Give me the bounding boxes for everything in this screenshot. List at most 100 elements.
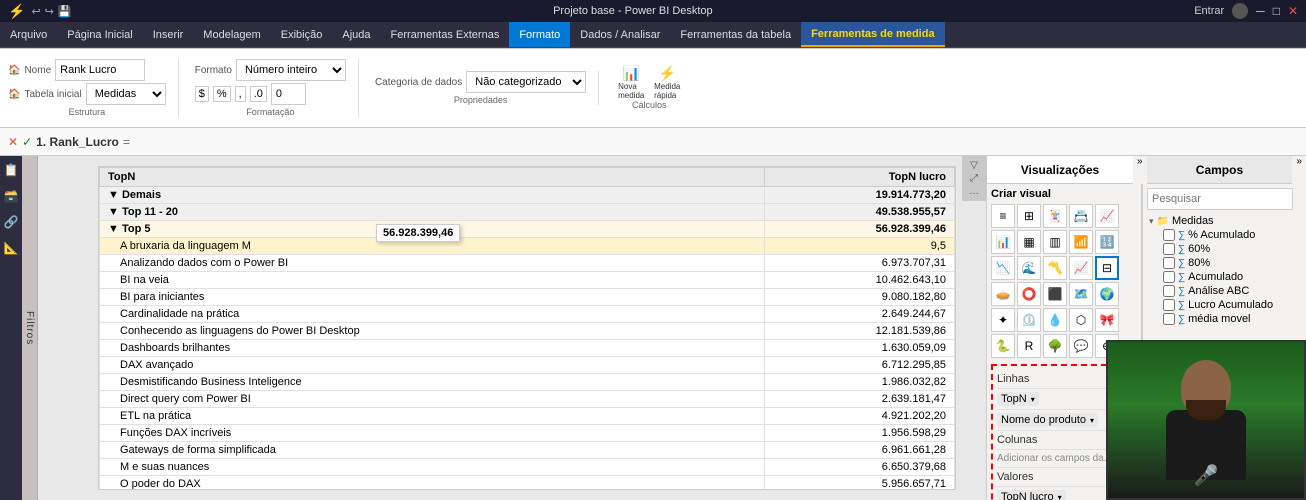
viz-gauge[interactable]: ⏲️ (1017, 308, 1041, 332)
field-checkbox[interactable] (1163, 243, 1175, 255)
maximize-icon[interactable]: □ (1273, 4, 1280, 18)
field-item[interactable]: ∑ % Acumulado (1147, 228, 1293, 242)
cell-name: Direct query com Power BI (100, 391, 765, 408)
filters-sidebar[interactable]: Filtros (22, 156, 38, 500)
categoria-dados-select[interactable]: Não categorizado (466, 71, 586, 93)
viz-nar[interactable]: 💬 (1069, 334, 1093, 358)
campos-label: Campos (1196, 163, 1243, 177)
field-checkbox[interactable] (1163, 257, 1175, 269)
viz-treemap[interactable]: ⬛ (1043, 282, 1067, 306)
viz-stacked-col[interactable]: 🔢 (1095, 230, 1119, 254)
viz-100-bar[interactable]: ▥ (1043, 230, 1067, 254)
field-checkbox[interactable] (1163, 313, 1175, 325)
viz-bar[interactable]: 📊 (991, 230, 1015, 254)
viz-matrix-active[interactable]: ⊟ (1095, 256, 1119, 280)
field-checkbox[interactable] (1163, 285, 1175, 297)
field-item[interactable]: ∑ média movel (1147, 312, 1293, 326)
viz-r[interactable]: R (1017, 334, 1041, 358)
window-title: Projeto base - Power BI Desktop (72, 5, 1195, 17)
close-icon[interactable]: ✕ (1288, 4, 1298, 18)
viz-matrix[interactable]: ⊞ (1017, 204, 1041, 228)
cell-value: 12.181.539,86 (764, 323, 955, 340)
fields-search[interactable] (1147, 188, 1293, 210)
field-item[interactable]: ∑ 60% (1147, 242, 1293, 256)
menu-formato[interactable]: Formato (509, 22, 570, 47)
percent-btn[interactable]: % (213, 86, 231, 102)
viz-decomp[interactable]: 🌳 (1043, 334, 1067, 358)
menu-bar: Arquivo Página Inicial Inserir Modelagem… (0, 22, 1306, 48)
viz-stacked-area[interactable]: 〽️ (1043, 256, 1067, 280)
row-expand-icon[interactable]: ▼ (108, 206, 122, 218)
currency-btn[interactable]: $ (195, 86, 209, 102)
table-row: Dashboards brilhantes1.630.059,09 (100, 340, 955, 357)
viz-donut[interactable]: ⭕ (1017, 282, 1041, 306)
menu-ferramentas-medida[interactable]: Ferramentas de medida (801, 22, 945, 47)
panel-tab-visualizacoes[interactable]: Visualizações (987, 156, 1133, 184)
menu-dados-analisar[interactable]: Dados / Analisar (570, 22, 670, 47)
viz-line[interactable]: 📉 (991, 256, 1015, 280)
viz-funnel[interactable]: ⬡ (1069, 308, 1093, 332)
cell-name: Cardinalidade na prática (100, 306, 765, 323)
field-item[interactable]: ∑ Lucro Acumulado (1147, 298, 1293, 312)
viz-card[interactable]: 🃏 (1043, 204, 1067, 228)
field-checkbox[interactable] (1163, 299, 1175, 311)
formato-select[interactable]: Número inteiro (236, 59, 346, 81)
medidas-section[interactable]: ▾ 📁 Medidas (1147, 214, 1293, 228)
viz-filled-map[interactable]: 🌍 (1095, 282, 1119, 306)
field-item[interactable]: ∑ Análise ABC (1147, 284, 1293, 298)
nav-report-icon[interactable]: 📋 (1, 160, 22, 180)
panel-tab-campos[interactable]: Campos (1147, 156, 1293, 184)
viz-table[interactable]: ≡ (991, 204, 1015, 228)
table-row: Desmistificando Business Inteligence1.98… (100, 374, 955, 391)
menu-ferramentas-tabela[interactable]: Ferramentas da tabela (670, 22, 801, 47)
user-avatar[interactable] (1232, 3, 1248, 19)
menu-inserir[interactable]: Inserir (143, 22, 194, 47)
viz-line-cluster[interactable]: 📈 (1069, 256, 1093, 280)
viz-map[interactable]: 🗺️ (1069, 282, 1093, 306)
table-row: ▼ Top 11 - 2049.538.955,57 (100, 204, 955, 221)
nav-data-icon[interactable]: 🗃️ (1, 186, 22, 206)
decimal-decrease-btn[interactable]: .0 (250, 86, 267, 102)
field-checkbox[interactable] (1163, 271, 1175, 283)
panel-expand-left[interactable]: » (1133, 156, 1147, 184)
panel-expand-right[interactable]: » (1292, 156, 1306, 184)
entrar-button[interactable]: Entrar (1194, 5, 1224, 17)
field-checkbox[interactable] (1163, 229, 1175, 241)
field-item[interactable]: ∑ Acumulado (1147, 270, 1293, 284)
menu-ferramentas-externas[interactable]: Ferramentas Externas (381, 22, 510, 47)
viz-python[interactable]: 🐍 (991, 334, 1015, 358)
menu-modelagem[interactable]: Modelagem (193, 22, 270, 47)
cell-name: Dashboards brilhantes (100, 340, 765, 357)
nome-input[interactable] (55, 59, 145, 81)
minimize-icon[interactable]: ─ (1256, 4, 1265, 18)
filter-icon[interactable]: ▽ (970, 160, 978, 171)
more-options-icon[interactable]: … (969, 186, 979, 197)
viz-ribbon[interactable]: 🎀 (1095, 308, 1119, 332)
menu-pagina-inicial[interactable]: Página Inicial (57, 22, 142, 47)
field-item[interactable]: ∑ 80% (1147, 256, 1293, 270)
viz-stacked-bar[interactable]: ▦ (1017, 230, 1041, 254)
tabela-inicial-select[interactable]: Medidas (86, 83, 166, 105)
comma-btn[interactable]: , (235, 86, 246, 102)
row-expand-icon[interactable]: ▼ (108, 189, 122, 201)
viz-multirow[interactable]: 📇 (1069, 204, 1093, 228)
medida-rapida-btn[interactable]: ⚡ Medidarápida (651, 66, 683, 98)
menu-ajuda[interactable]: Ajuda (332, 22, 380, 47)
focus-icon[interactable]: ⤢ (970, 173, 978, 184)
viz-scatter[interactable]: ✦ (991, 308, 1015, 332)
viz-pie[interactable]: 🥧 (991, 282, 1015, 306)
nav-dax-icon[interactable]: 📐 (1, 238, 22, 258)
nav-model-icon[interactable]: 🔗 (1, 212, 22, 232)
viz-kpi[interactable]: 📈 (1095, 204, 1119, 228)
viz-cluster-col[interactable]: 📶 (1069, 230, 1093, 254)
formula-input[interactable] (134, 135, 1298, 149)
viz-area[interactable]: 🌊 (1017, 256, 1041, 280)
nova-medida-btn[interactable]: 📊 Novamedida (615, 66, 647, 98)
confirm-formula-icon[interactable]: ✓ (22, 135, 32, 149)
decimal-input[interactable] (271, 83, 306, 105)
menu-arquivo[interactable]: Arquivo (0, 22, 57, 47)
close-formula-icon[interactable]: ✕ (8, 135, 18, 149)
viz-waterfall[interactable]: 💧 (1043, 308, 1067, 332)
menu-exibicao[interactable]: Exibição (271, 22, 333, 47)
row-expand-icon[interactable]: ▼ (108, 223, 122, 235)
